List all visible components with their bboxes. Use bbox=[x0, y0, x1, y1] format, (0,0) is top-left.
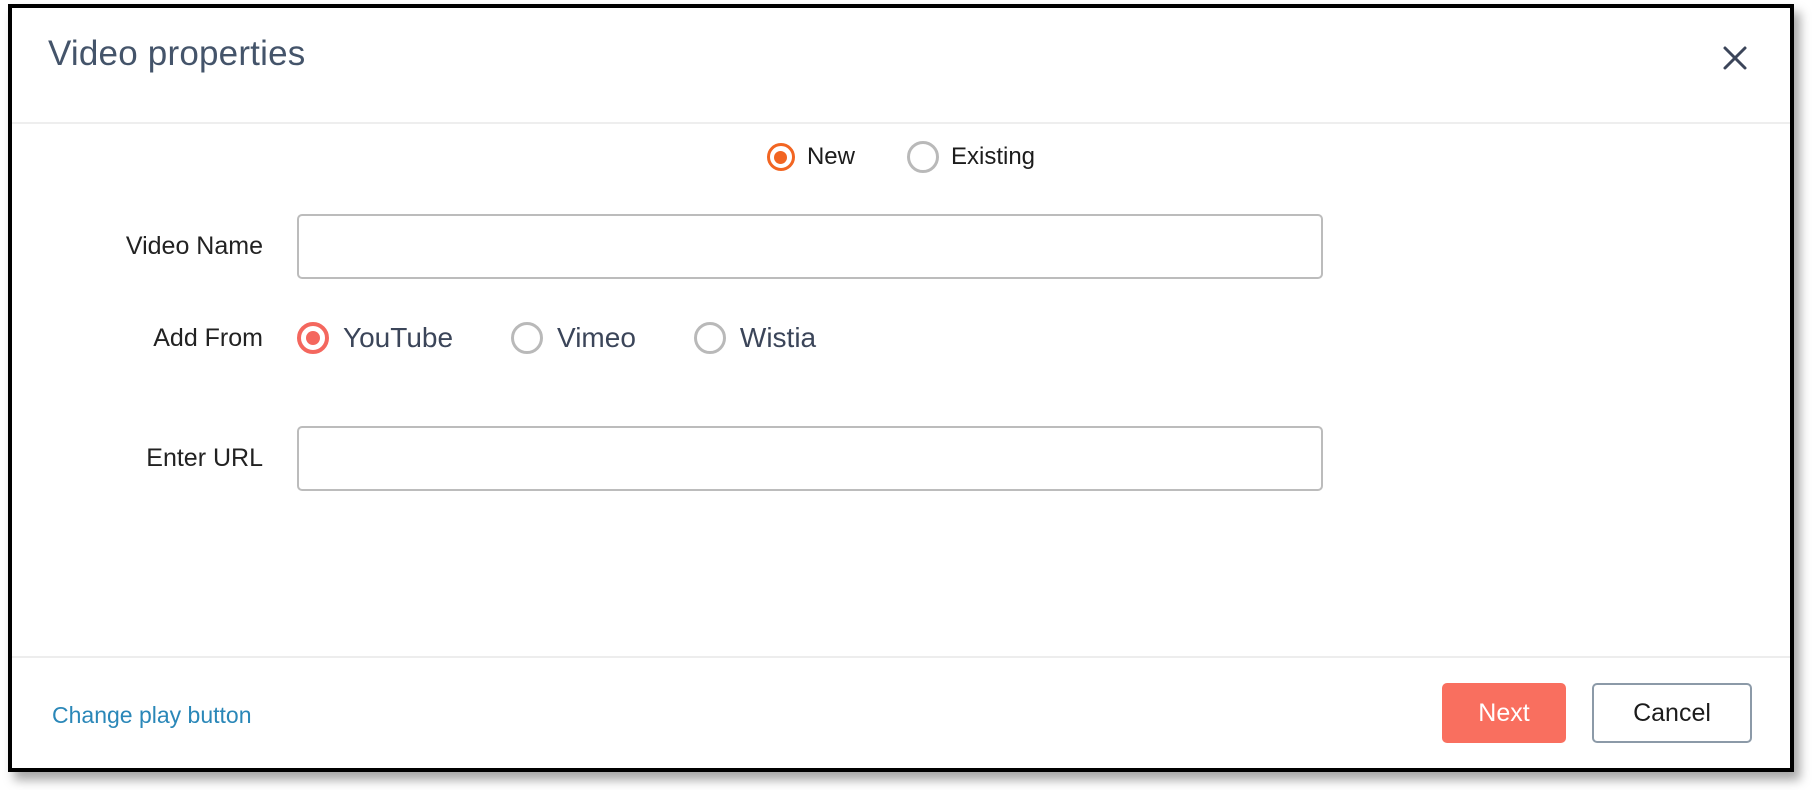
video-name-row: Video Name bbox=[12, 214, 1790, 279]
enter-url-row: Enter URL bbox=[12, 426, 1790, 491]
video-name-input[interactable] bbox=[297, 214, 1323, 279]
add-from-radio-group: YouTube Vimeo Wistia bbox=[297, 322, 874, 354]
radio-option-wistia[interactable]: Wistia bbox=[693, 322, 817, 354]
radio-label-existing: Existing bbox=[950, 143, 1036, 170]
radio-icon-existing[interactable] bbox=[906, 141, 939, 173]
radio-label-vimeo: Vimeo bbox=[557, 322, 636, 353]
dialog-footer: Next Cancel bbox=[12, 656, 1790, 768]
radio-label-youtube: YouTube bbox=[343, 322, 454, 353]
enter-url-input[interactable] bbox=[297, 426, 1323, 491]
video-name-label: Video Name bbox=[125, 232, 263, 260]
add-from-row: Add From YouTube Vimeo Wistia bbox=[12, 322, 1790, 354]
next-button[interactable]: Next bbox=[1442, 683, 1566, 743]
radio-icon-new-selected[interactable] bbox=[766, 143, 795, 171]
page-title: Video properties bbox=[48, 34, 306, 73]
radio-option-vimeo[interactable]: Vimeo bbox=[511, 322, 636, 354]
video-properties-dialog: Video properties New Existing Video Name bbox=[8, 4, 1794, 772]
dialog-body: New Existing Video Name Add From YouTube… bbox=[12, 124, 1790, 728]
radio-option-existing[interactable]: Existing bbox=[906, 141, 1036, 173]
radio-option-new[interactable]: New bbox=[766, 143, 855, 171]
radio-icon-youtube-selected[interactable] bbox=[297, 322, 329, 354]
close-icon bbox=[1722, 45, 1748, 71]
close-button[interactable] bbox=[1713, 36, 1757, 80]
enter-url-label: Enter URL bbox=[146, 444, 263, 472]
cancel-button[interactable]: Cancel bbox=[1592, 683, 1752, 743]
radio-option-youtube[interactable]: YouTube bbox=[297, 322, 453, 354]
radio-icon-wistia[interactable] bbox=[693, 322, 726, 354]
dialog-header: Video properties bbox=[12, 8, 1790, 124]
radio-label-new: New bbox=[806, 143, 855, 170]
mode-radio-group: New Existing bbox=[12, 141, 1790, 173]
radio-label-wistia: Wistia bbox=[739, 322, 817, 353]
radio-icon-vimeo[interactable] bbox=[511, 322, 544, 354]
add-from-label: Add From bbox=[153, 323, 263, 352]
